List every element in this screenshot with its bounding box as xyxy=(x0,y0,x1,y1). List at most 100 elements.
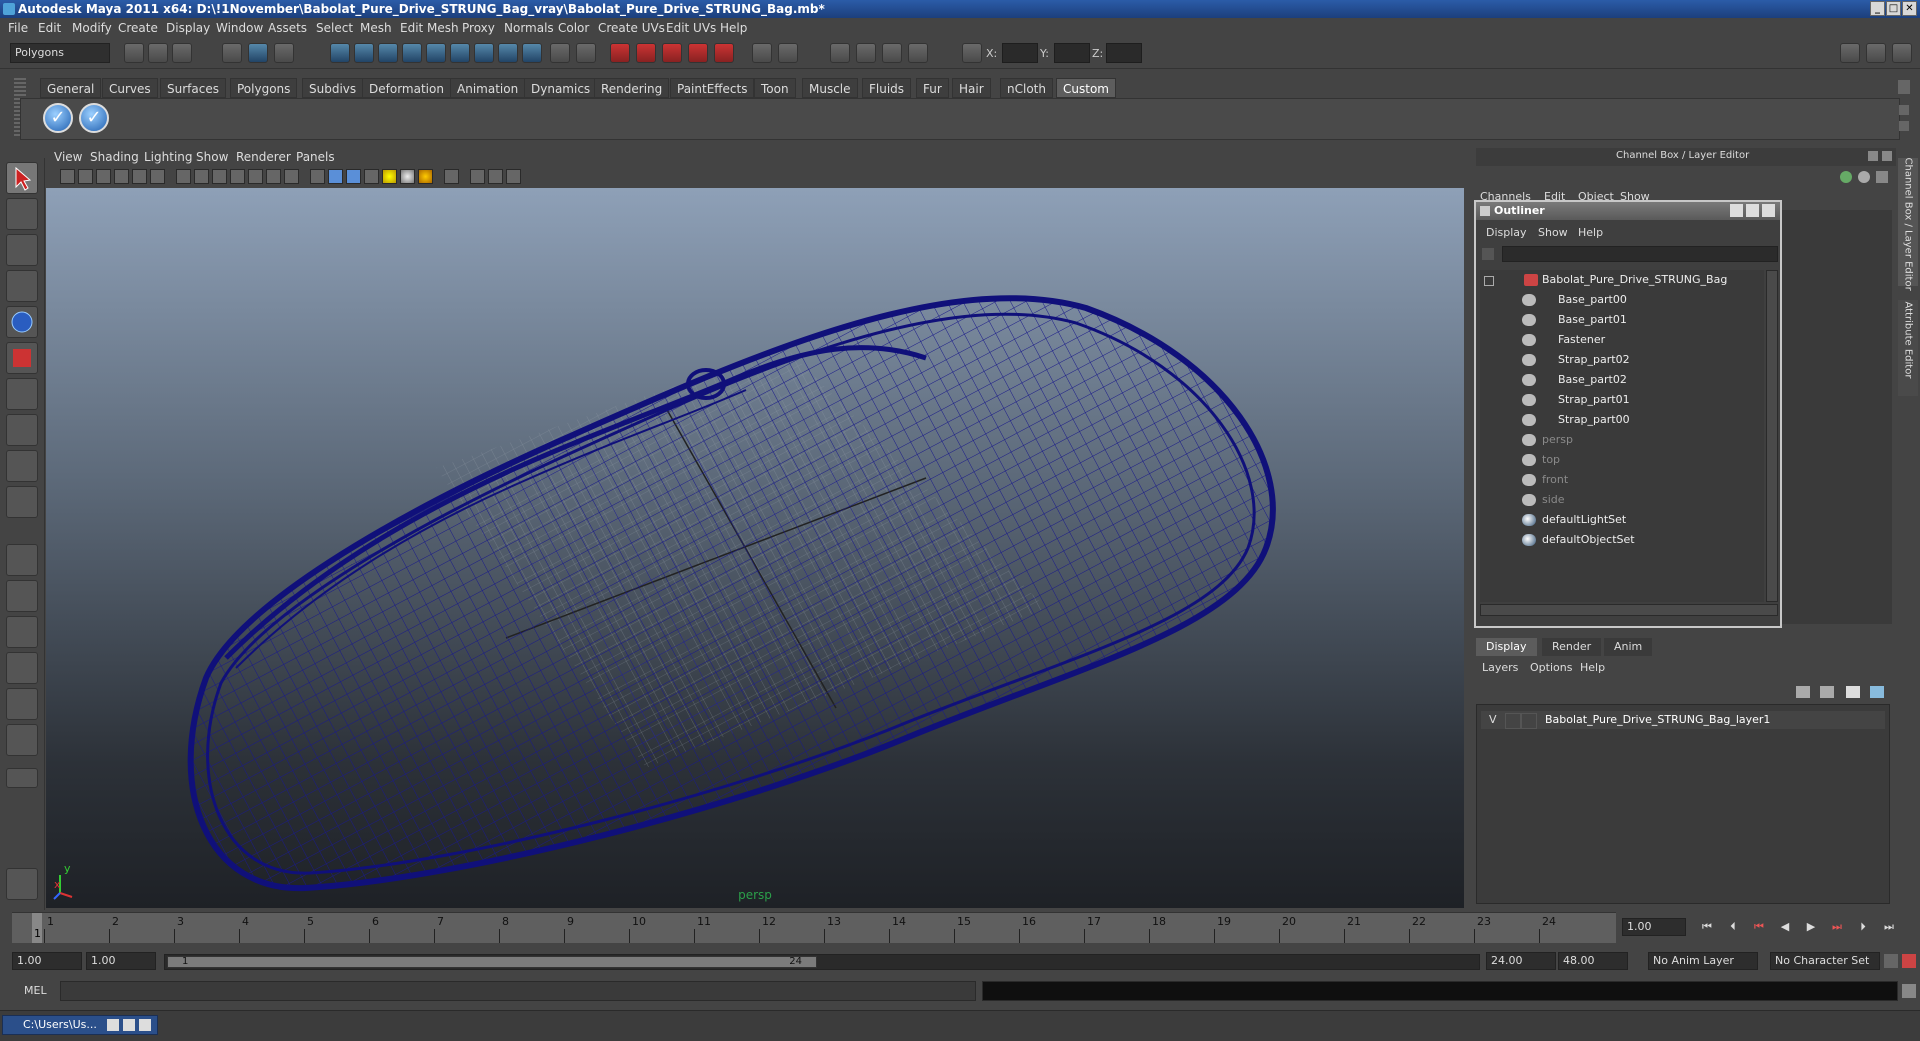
animation-end-field[interactable]: 48.00 xyxy=(1558,952,1628,970)
help-question-icon[interactable] xyxy=(522,43,542,63)
outliner-menu-help[interactable]: Help xyxy=(1578,226,1603,239)
animation-preferences-icon[interactable] xyxy=(1902,954,1916,968)
safe-title-icon[interactable] xyxy=(248,169,263,184)
lasso-tool-icon[interactable] xyxy=(6,198,38,230)
x-field[interactable] xyxy=(1002,43,1038,63)
snap-view-plane-icon[interactable] xyxy=(688,43,708,63)
layer-row[interactable]: V Babolat_Pure_Drive_STRUNG_Bag_layer1 xyxy=(1481,711,1885,729)
select-tool-icon[interactable] xyxy=(6,162,38,194)
channel-box-pin-icon[interactable] xyxy=(1876,171,1888,183)
frame-all-icon[interactable] xyxy=(488,169,503,184)
select-by-hierarchy-icon[interactable] xyxy=(222,43,242,63)
select-curves-icon[interactable] xyxy=(378,43,398,63)
hypershade-persp-layout-icon[interactable] xyxy=(6,688,38,720)
shelf-tab-rendering[interactable]: Rendering xyxy=(594,78,670,98)
new-scene-icon[interactable] xyxy=(124,43,144,63)
make-live-icon[interactable] xyxy=(714,43,734,63)
playback-end-field[interactable]: 24.00 xyxy=(1486,952,1556,970)
share-icon[interactable] xyxy=(506,169,521,184)
shelf-tab-toon[interactable]: Toon xyxy=(754,78,796,98)
film-gate-icon[interactable] xyxy=(150,169,165,184)
menu-edit-mesh[interactable]: Edit Mesh xyxy=(400,21,459,35)
toggle-attribute-editor-icon[interactable] xyxy=(1840,43,1860,63)
outliner-row-camera[interactable]: top xyxy=(1480,450,1764,470)
shelf-tab-curves[interactable]: Curves xyxy=(102,78,158,98)
menu-edit-uvs[interactable]: Edit UVs xyxy=(666,21,716,35)
layer-menu-layers[interactable]: Layers xyxy=(1482,661,1518,674)
current-time-field[interactable]: 1.00 xyxy=(1622,918,1686,936)
shelf-tab-deformation[interactable]: Deformation xyxy=(362,78,451,98)
channel-box-attr-icon[interactable] xyxy=(1840,171,1852,183)
minimized-close-button[interactable] xyxy=(139,1019,151,1031)
create-empty-layer-icon[interactable] xyxy=(1846,686,1860,698)
minimized-maximize-button[interactable] xyxy=(123,1019,135,1031)
shelf-tab-dynamics[interactable]: Dynamics xyxy=(524,78,598,98)
shelf-tab-ncloth[interactable]: nCloth xyxy=(1000,78,1053,98)
shelf-tab-custom[interactable]: Custom xyxy=(1056,78,1116,98)
menu-create[interactable]: Create xyxy=(118,21,158,35)
render-settings-icon[interactable] xyxy=(882,43,902,63)
outliner-row-child[interactable]: Base_part01 xyxy=(1480,310,1764,330)
go-to-end-icon[interactable]: ⏭ xyxy=(1882,921,1896,933)
textured-icon[interactable] xyxy=(364,169,379,184)
custom-shelf-check-icon-1[interactable]: ✓ xyxy=(43,103,73,133)
channel-box-close-icon[interactable] xyxy=(1882,151,1892,161)
outliner-row-child[interactable]: Fastener xyxy=(1480,330,1764,350)
render-current-frame-icon[interactable] xyxy=(830,43,850,63)
playback-start-field[interactable]: 1.00 xyxy=(86,952,156,970)
outliner-filter-icon[interactable] xyxy=(1482,248,1494,260)
field-chart-icon[interactable] xyxy=(212,169,227,184)
shelf-tab-subdivs[interactable]: Subdivs xyxy=(302,78,364,98)
layer-color-swatch[interactable] xyxy=(1521,713,1537,729)
command-input[interactable] xyxy=(60,981,976,1001)
menu-set-dropdown[interactable]: Polygons xyxy=(10,43,110,63)
persp-outliner-layout-icon[interactable] xyxy=(6,616,38,648)
viewport-menu-panels[interactable]: Panels xyxy=(296,150,335,164)
outliner-row-camera[interactable]: side xyxy=(1480,490,1764,510)
z-field[interactable] xyxy=(1106,43,1142,63)
shelf-scroll-down-icon[interactable] xyxy=(1899,121,1909,131)
character-set-dropdown[interactable]: No Character Set xyxy=(1770,952,1880,970)
layer-type-toggle[interactable] xyxy=(1505,713,1521,729)
menu-edit[interactable]: Edit xyxy=(38,21,61,35)
menu-window[interactable]: Window xyxy=(216,21,263,35)
range-slider-thumb[interactable]: 1 24 xyxy=(167,956,817,968)
outliner-row-child[interactable]: Strap_part00 xyxy=(1480,410,1764,430)
gate-mask-icon[interactable] xyxy=(194,169,209,184)
shelf-tab-painteffects[interactable]: PaintEffects xyxy=(670,78,755,98)
outliner-horizontal-scrollbar[interactable] xyxy=(1480,604,1778,616)
go-to-start-icon[interactable]: ⏮ xyxy=(1700,921,1714,933)
layer-tab-anim[interactable]: Anim xyxy=(1604,638,1653,656)
isolate-select-icon[interactable] xyxy=(444,169,459,184)
snap-point-icon[interactable] xyxy=(662,43,682,63)
shelf-tab-animation[interactable]: Animation xyxy=(450,78,526,98)
snap-curve-icon[interactable] xyxy=(636,43,656,63)
smooth-shade-icon[interactable] xyxy=(328,169,343,184)
select-by-object-icon[interactable] xyxy=(248,43,268,63)
outliner-row-child[interactable]: Strap_part02 xyxy=(1480,350,1764,370)
outliner-hand-icon[interactable] xyxy=(6,868,38,900)
transform-input-icon[interactable] xyxy=(962,43,982,63)
menu-normals[interactable]: Normals xyxy=(504,21,554,35)
y-field[interactable] xyxy=(1054,43,1090,63)
select-misc-icon[interactable] xyxy=(498,43,518,63)
outliner-row-root[interactable]: Babolat_Pure_Drive_STRUNG_Bag xyxy=(1480,270,1764,290)
select-joints-icon[interactable] xyxy=(354,43,374,63)
wireframe-icon[interactable] xyxy=(310,169,325,184)
layer-menu-help[interactable]: Help xyxy=(1580,661,1605,674)
shelf-tab-general[interactable]: General xyxy=(40,78,102,98)
hypershade-icon[interactable] xyxy=(908,43,928,63)
shelf-tab-muscle[interactable]: Muscle xyxy=(802,78,858,98)
highlight-selection-icon[interactable] xyxy=(576,43,596,63)
select-handles-icon[interactable] xyxy=(330,43,350,63)
single-perspective-layout-icon[interactable] xyxy=(6,544,38,576)
grid-toggle-icon[interactable] xyxy=(132,169,147,184)
toggle-tool-settings-icon[interactable] xyxy=(1892,43,1912,63)
outliner-close-button[interactable] xyxy=(1762,204,1775,217)
toggle-channel-box-icon[interactable] xyxy=(1866,43,1886,63)
minimized-window[interactable]: C:\Users\Us... xyxy=(2,1015,158,1035)
persp-graph-hypergraph-layout-icon[interactable] xyxy=(6,724,38,756)
outliner-menu-show[interactable]: Show xyxy=(1538,226,1568,239)
layer-tab-display[interactable]: Display xyxy=(1476,638,1537,656)
xray-icon[interactable] xyxy=(266,169,281,184)
